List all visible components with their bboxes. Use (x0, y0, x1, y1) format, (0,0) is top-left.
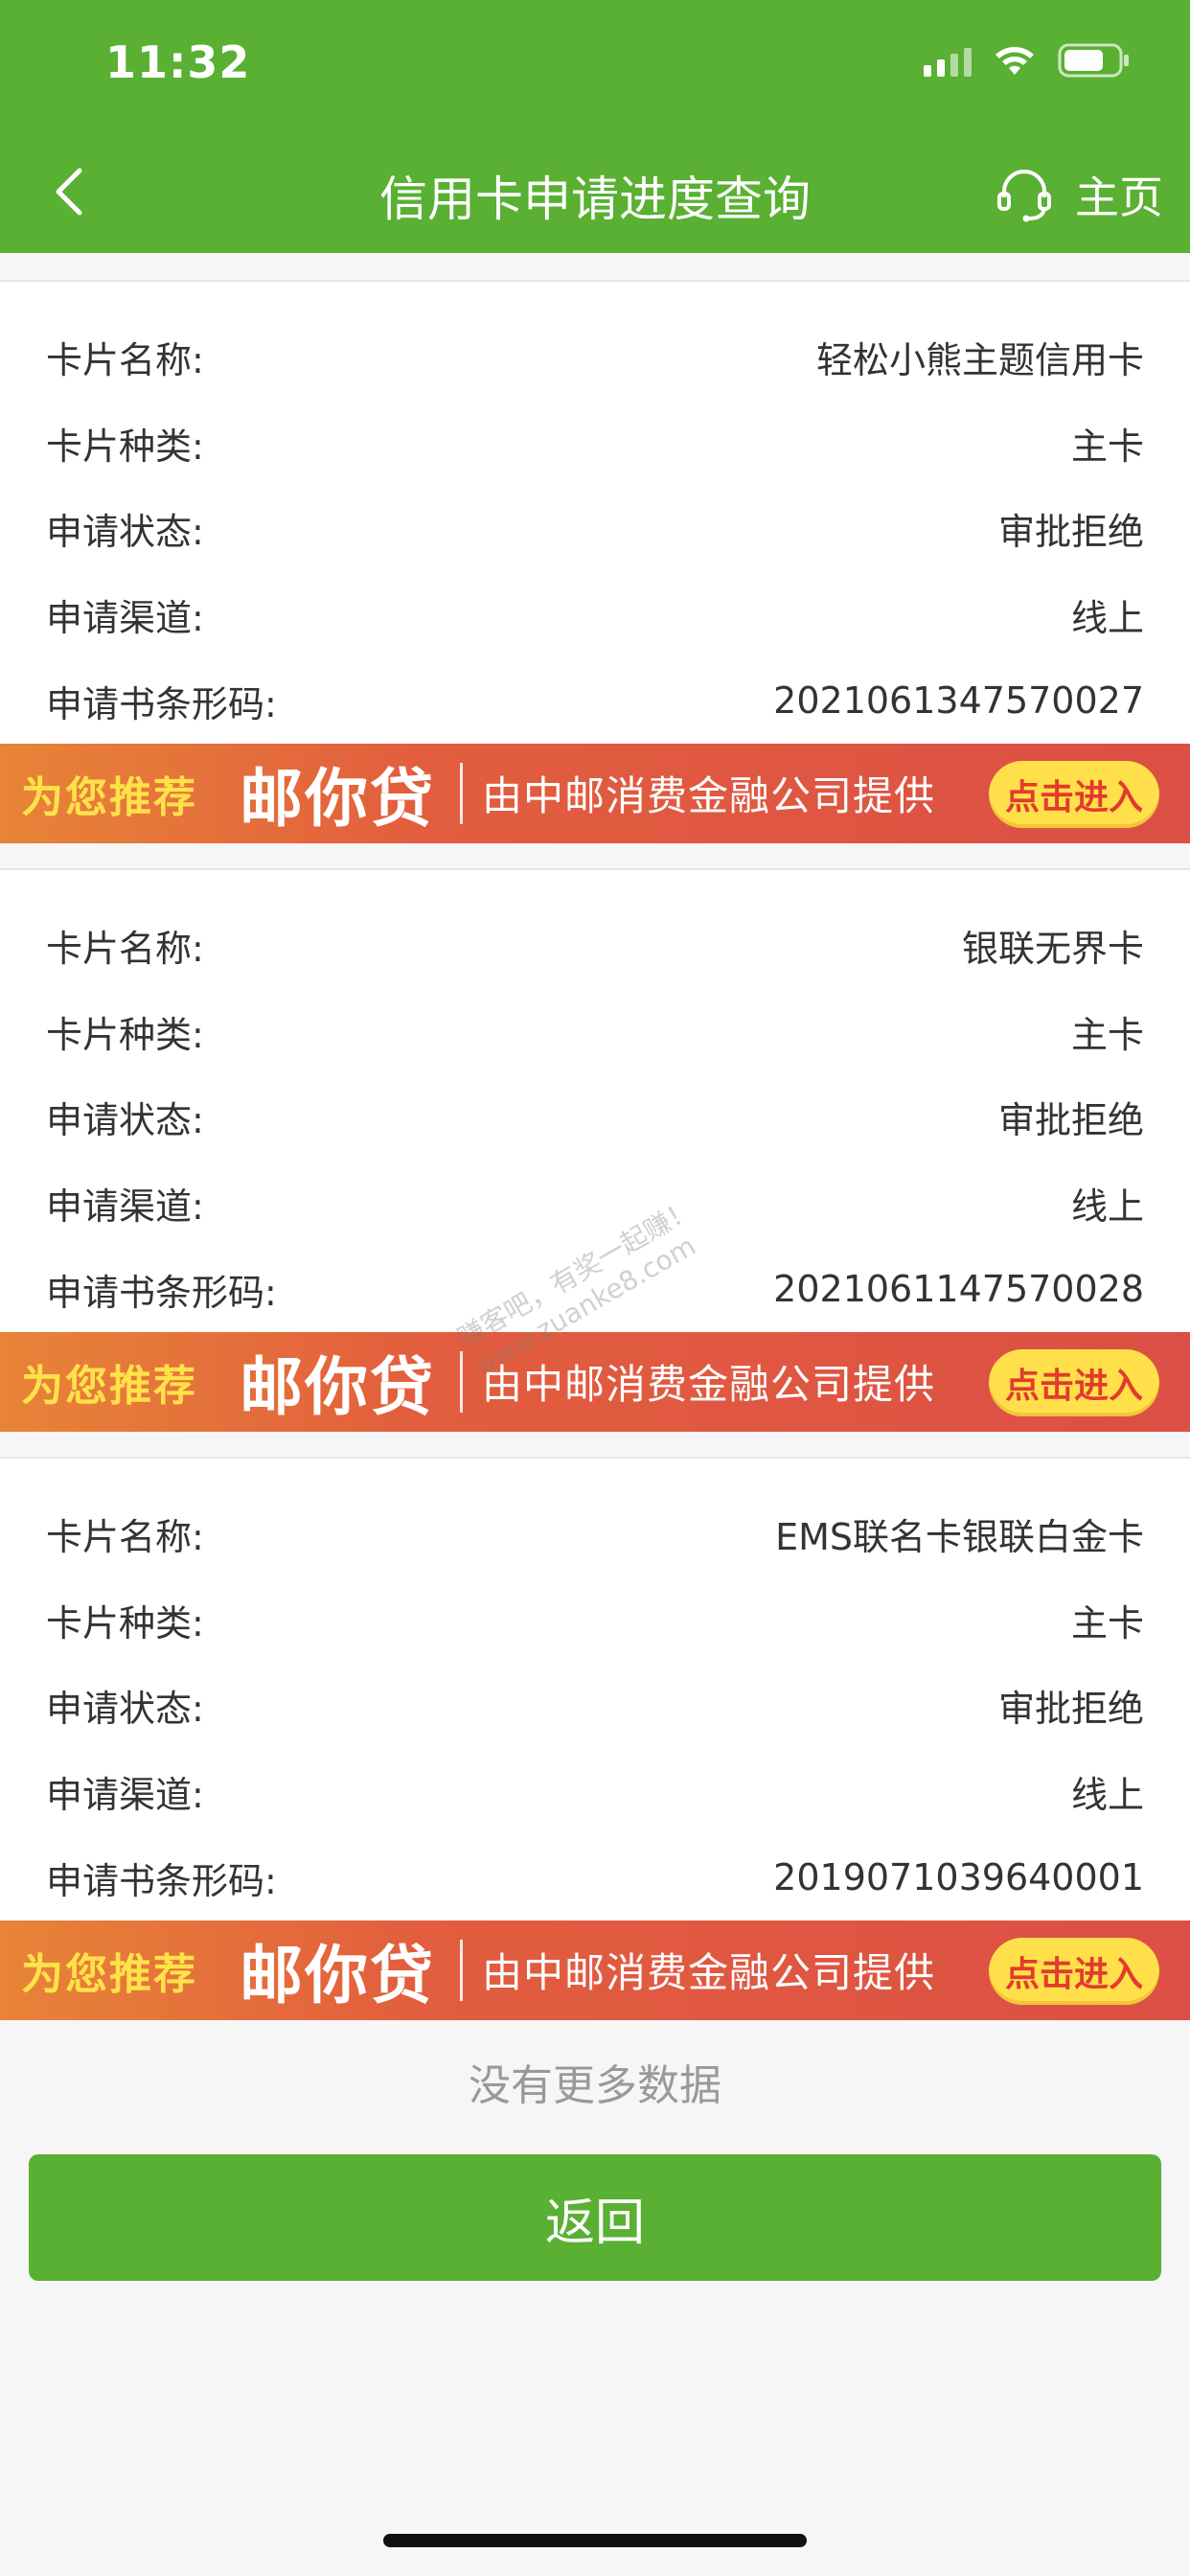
barcode-row: 申请书条形码: 2019071039640001 (0, 1834, 1190, 1920)
promo-banner[interactable]: 为您推荐 邮你贷 由中邮消费金融公司提供 点击进入 (0, 1331, 1190, 1432)
promo-product-name: 邮你贷 (240, 1938, 435, 2012)
home-indicator[interactable] (383, 2534, 807, 2547)
wifi-icon (993, 44, 1037, 77)
promo-product-name: 邮你贷 (240, 1349, 435, 1424)
promo-banner[interactable]: 为您推荐 邮你贷 由中邮消费金融公司提供 点击进入 (0, 743, 1190, 843)
row-value: 审批拒绝 (997, 1688, 1144, 1731)
row-label: 申请状态: (46, 511, 204, 554)
promo-divider (460, 1350, 463, 1413)
no-more-data-text: 没有更多数据 (469, 2061, 721, 2110)
row-label: 申请渠道: (46, 597, 204, 640)
card-type-row: 卡片种类: 主卡 (0, 401, 1190, 487)
row-label: 卡片名称: (46, 928, 204, 971)
promo-enter-button[interactable]: 点击进入 (989, 1348, 1159, 1416)
promo-divider (460, 1939, 463, 2001)
row-value: 主卡 (1070, 425, 1144, 468)
row-value: EMS联名卡银联白金卡 (775, 1516, 1144, 1559)
row-value: 线上 (1070, 597, 1144, 640)
row-value: 主卡 (1070, 1013, 1144, 1056)
row-label: 申请渠道: (46, 1185, 204, 1229)
application-status-row: 申请状态: 审批拒绝 (0, 1074, 1190, 1161)
application-channel-row: 申请渠道: 线上 (0, 572, 1190, 658)
card-name-row: 卡片名称: 银联无界卡 (0, 903, 1190, 989)
promo-enter-button[interactable]: 点击进入 (989, 760, 1159, 828)
promo-product-name: 邮你贷 (240, 761, 435, 836)
card-type-row: 卡片种类: 主卡 (0, 989, 1190, 1075)
row-label: 卡片名称: (46, 1516, 204, 1559)
battery-icon (1058, 42, 1131, 79)
status-time: 11:32 (105, 36, 251, 88)
application-list: 卡片名称: 轻松小熊主题信用卡 卡片种类: 主卡 申请状态: 审批拒绝 申请渠道… (0, 280, 1190, 2045)
promo-enter-button[interactable]: 点击进入 (989, 1937, 1159, 2005)
row-value: 银联无界卡 (961, 928, 1144, 971)
row-label: 申请书条形码: (46, 1271, 277, 1314)
row-value: 线上 (1070, 1185, 1144, 1229)
row-label: 申请书条形码: (46, 1859, 277, 1902)
row-value: 审批拒绝 (997, 511, 1144, 554)
application-channel-row: 申请渠道: 线上 (0, 1161, 1190, 1247)
row-value: 轻松小熊主题信用卡 (815, 339, 1144, 382)
row-value: 线上 (1070, 1774, 1144, 1817)
row-label: 申请状态: (46, 1688, 204, 1731)
row-label: 卡片种类: (46, 1013, 204, 1056)
home-label: 主页 (1075, 172, 1163, 223)
signal-icon (924, 44, 972, 77)
home-button[interactable]: 主页 (995, 163, 1163, 226)
row-label: 申请书条形码: (46, 682, 277, 725)
promo-provider-text: 由中邮消费金融公司提供 (482, 1361, 936, 1409)
row-label: 卡片种类: (46, 425, 204, 468)
row-value: 2021061347570027 (773, 679, 1144, 723)
promo-recommend-text: 为您推荐 (21, 1361, 197, 1411)
promo-recommend-text: 为您推荐 (21, 1949, 197, 1999)
card-type-row: 卡片种类: 主卡 (0, 1577, 1190, 1664)
card-name-row: 卡片名称: 轻松小熊主题信用卡 (0, 314, 1190, 401)
promo-recommend-text: 为您推荐 (21, 772, 197, 822)
row-value: 主卡 (1070, 1601, 1144, 1644)
promo-divider (460, 762, 463, 824)
application-status-row: 申请状态: 审批拒绝 (0, 486, 1190, 572)
row-value: 审批拒绝 (997, 1099, 1144, 1142)
row-value: 2021061147570028 (773, 1268, 1144, 1311)
headset-icon (997, 170, 1051, 222)
row-label: 卡片种类: (46, 1601, 204, 1644)
card-name-row: 卡片名称: EMS联名卡银联白金卡 (0, 1491, 1190, 1577)
application-status-row: 申请状态: 审批拒绝 (0, 1663, 1190, 1749)
return-button[interactable]: 返回 (29, 2154, 1161, 2281)
row-label: 申请渠道: (46, 1774, 204, 1817)
nav-bar: 信用卡申请进度查询 主页 (0, 144, 1190, 240)
row-value: 2019071039640001 (773, 1856, 1144, 1899)
promo-provider-text: 由中邮消费金融公司提供 (482, 1949, 936, 1997)
row-label: 申请状态: (46, 1099, 204, 1142)
promo-provider-text: 由中邮消费金融公司提供 (482, 772, 936, 820)
barcode-row: 申请书条形码: 2021061347570027 (0, 657, 1190, 744)
app-header: 11:32 信用卡申请进度查询 主页 (0, 0, 1190, 253)
status-icons (924, 42, 1131, 79)
application-record: 卡片名称: EMS联名卡银联白金卡 卡片种类: 主卡 申请状态: 审批拒绝 申请… (0, 1456, 1190, 2020)
application-record: 卡片名称: 轻松小熊主题信用卡 卡片种类: 主卡 申请状态: 审批拒绝 申请渠道… (0, 280, 1190, 843)
application-record: 卡片名称: 银联无界卡 卡片种类: 主卡 申请状态: 审批拒绝 申请渠道: 线上… (0, 867, 1190, 1432)
promo-banner[interactable]: 为您推荐 邮你贷 由中邮消费金融公司提供 点击进入 (0, 1920, 1190, 2020)
row-label: 卡片名称: (46, 339, 204, 382)
application-channel-row: 申请渠道: 线上 (0, 1749, 1190, 1835)
